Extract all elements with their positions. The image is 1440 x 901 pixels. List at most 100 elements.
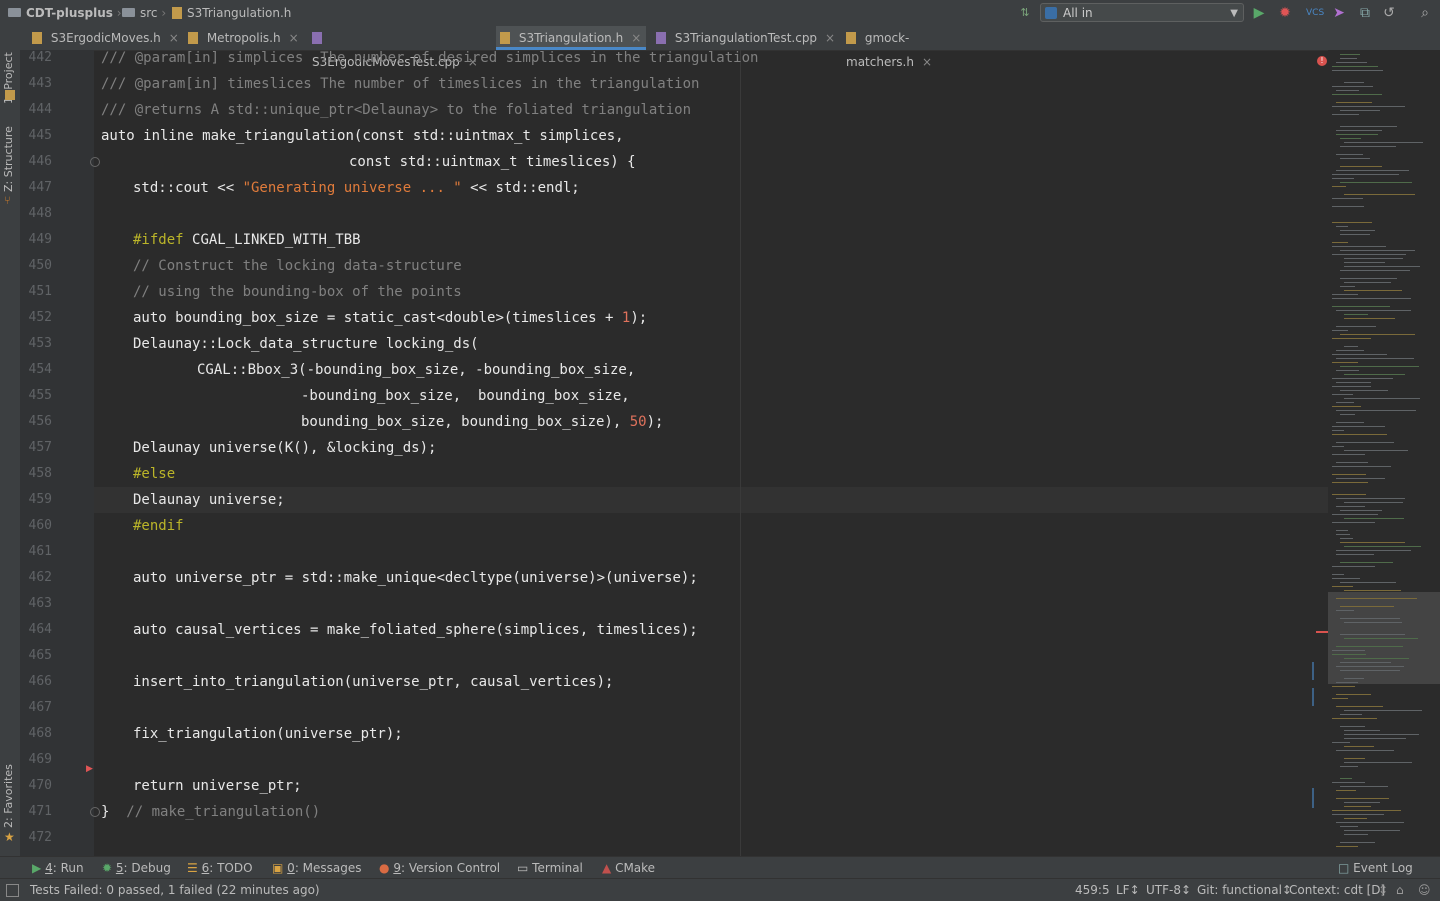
vcs-compare-icon[interactable]: ⧉ <box>1356 4 1374 22</box>
line-number[interactable]: 468 <box>20 721 52 747</box>
code-line-447[interactable]: std::cout << "Generating universe ... " … <box>133 175 580 201</box>
line-number[interactable]: 446 <box>20 149 52 175</box>
code-line-464[interactable]: auto causal_vertices = make_foliated_sph… <box>133 617 698 643</box>
breadcrumb-file[interactable]: S3Triangulation.h <box>172 0 291 26</box>
sort-icon[interactable]: ⇅ <box>1016 4 1034 22</box>
code-line-450[interactable]: // Construct the locking data-structure <box>133 253 462 279</box>
change-stripe[interactable] <box>1312 788 1314 808</box>
error-stripe[interactable] <box>1316 631 1328 633</box>
line-number[interactable]: 467 <box>20 695 52 721</box>
code-line-453[interactable]: Delaunay::Lock_data_structure locking_ds… <box>133 331 479 357</box>
breakpoint-arrow-icon[interactable]: ▶ <box>86 764 93 774</box>
debug-icon[interactable]: ✹ <box>1276 4 1294 22</box>
code-minimap[interactable] <box>1328 50 1440 856</box>
vcs-update-icon[interactable]: VCS <box>1306 4 1324 22</box>
close-icon[interactable]: × <box>825 31 835 45</box>
code-line-470[interactable]: return universe_ptr; <box>133 773 302 799</box>
code-line-452[interactable]: auto bounding_box_size = static_cast<dou… <box>133 305 647 331</box>
change-stripe[interactable] <box>1312 662 1314 680</box>
line-number[interactable]: 445 <box>20 123 52 149</box>
line-number[interactable]: 470 <box>20 773 52 799</box>
line-number[interactable]: 444 <box>20 97 52 123</box>
lock-icon[interactable]: ⌂ <box>1396 879 1404 901</box>
context-chevron-icon[interactable]: ⇕ <box>1378 879 1388 901</box>
code-line-457[interactable]: Delaunay universe(K(), &locking_ds); <box>133 435 436 461</box>
line-number[interactable]: 464 <box>20 617 52 643</box>
line-number[interactable]: 447 <box>20 175 52 201</box>
line-number[interactable]: 455 <box>20 383 52 409</box>
code-line-466[interactable]: insert_into_triangulation(universe_ptr, … <box>133 669 613 695</box>
fold-marker-icon[interactable] <box>90 807 100 817</box>
fold-marker-icon[interactable] <box>90 157 100 167</box>
context-selector[interactable]: Context: cdt [D] <box>1289 879 1385 901</box>
change-stripe[interactable] <box>1312 688 1314 706</box>
tool-todo[interactable]: ☰ 6: TODO <box>187 857 253 879</box>
line-number[interactable]: 463 <box>20 591 52 617</box>
code-line-462[interactable]: auto universe_ptr = std::make_unique<dec… <box>133 565 698 591</box>
tool-window-structure[interactable]: Z: Structure <box>2 126 15 192</box>
code-line-460[interactable]: #endif <box>133 513 184 539</box>
code-line-442[interactable]: /// @param[in] simplices The number of d… <box>101 45 758 71</box>
tool-cmake[interactable]: ▲ CMake <box>602 857 655 879</box>
code-line-458[interactable]: #else <box>133 461 175 487</box>
line-number[interactable]: 465 <box>20 643 52 669</box>
line-number[interactable]: 472 <box>20 825 52 851</box>
line-number[interactable]: 466 <box>20 669 52 695</box>
close-icon[interactable]: × <box>169 31 179 45</box>
code-line-445[interactable]: auto inline make_triangulation(const std… <box>101 123 624 149</box>
code-line-454[interactable]: CGAL::Bbox_3(-bounding_box_size, -boundi… <box>197 357 635 383</box>
code-line-451[interactable]: // using the bounding-box of the points <box>133 279 462 305</box>
git-branch[interactable]: Git: functional↕ <box>1197 879 1292 901</box>
line-number[interactable]: 456 <box>20 409 52 435</box>
breadcrumb-folder[interactable]: src › <box>122 0 166 26</box>
tool-debug[interactable]: ✹ 5: Debug <box>102 857 171 879</box>
code-line-459[interactable]: Delaunay universe; <box>133 487 285 513</box>
code-line-468[interactable]: fix_triangulation(universe_ptr); <box>133 721 403 747</box>
vcs-commit-icon[interactable]: ➤ <box>1330 4 1348 22</box>
tab-gmock-matchers-h[interactable]: gmock-matchers.h × <box>842 26 994 69</box>
line-separator[interactable]: LF↕ <box>1116 879 1140 901</box>
line-number[interactable]: 453 <box>20 331 52 357</box>
tool-messages[interactable]: ▣ 0: Messages <box>272 857 362 879</box>
line-number[interactable]: 442 <box>20 45 52 71</box>
line-number[interactable]: 451 <box>20 279 52 305</box>
close-icon[interactable]: × <box>922 55 932 69</box>
breadcrumb-project[interactable]: CDT-plusplus › <box>8 0 122 26</box>
tool-run[interactable]: ▶ 4: Run <box>32 857 84 879</box>
history-icon[interactable]: ↺ <box>1380 4 1398 22</box>
run-configuration-select[interactable]: All in S3ErgodicMovesTest.cpp ▼ <box>1040 3 1244 39</box>
run-icon[interactable]: ▶ <box>1250 4 1268 22</box>
close-icon[interactable]: × <box>631 31 641 45</box>
close-icon[interactable]: × <box>289 31 299 45</box>
search-icon[interactable]: ⌕ <box>1416 4 1434 22</box>
line-number[interactable]: 459 <box>20 487 52 513</box>
toggle-tool-windows-icon[interactable] <box>6 884 19 897</box>
code-line-446[interactable]: const std::uintmax_t timeslices) { <box>349 149 636 175</box>
code-line-471[interactable]: } // make_triangulation() <box>101 799 320 825</box>
line-number[interactable]: 449 <box>20 227 52 253</box>
inspector-icon[interactable]: ☺ <box>1418 879 1431 901</box>
line-number[interactable]: 460 <box>20 513 52 539</box>
code-line-456[interactable]: bounding_box_size, bounding_box_size), 5… <box>301 409 663 435</box>
line-number[interactable]: 461 <box>20 539 52 565</box>
status-message[interactable]: Tests Failed: 0 passed, 1 failed (22 min… <box>30 879 320 901</box>
line-number[interactable]: 457 <box>20 435 52 461</box>
line-number[interactable]: 469 <box>20 747 52 773</box>
tool-terminal[interactable]: ▭ Terminal <box>517 857 583 879</box>
caret-position[interactable]: 459:5 <box>1075 879 1110 901</box>
line-number[interactable]: 448 <box>20 201 52 227</box>
code-line-455[interactable]: -bounding_box_size, bounding_box_size, <box>301 383 630 409</box>
tool-event-log[interactable]: □ Event Log <box>1338 857 1413 879</box>
line-number[interactable]: 462 <box>20 565 52 591</box>
error-indicator-icon[interactable]: ! <box>1317 56 1327 66</box>
tool-window-favorites[interactable]: 2: Favorites <box>2 764 15 828</box>
line-number[interactable]: 443 <box>20 71 52 97</box>
line-number[interactable]: 450 <box>20 253 52 279</box>
file-encoding[interactable]: UTF-8↕ <box>1146 879 1191 901</box>
tool-version-control[interactable]: ● 9: Version Control <box>379 857 500 879</box>
line-number[interactable]: 458 <box>20 461 52 487</box>
code-line-443[interactable]: /// @param[in] timeslices The number of … <box>101 71 699 97</box>
line-number[interactable]: 471 <box>20 799 52 825</box>
line-number[interactable]: 454 <box>20 357 52 383</box>
code-line-449[interactable]: #ifdef CGAL_LINKED_WITH_TBB <box>133 227 361 253</box>
